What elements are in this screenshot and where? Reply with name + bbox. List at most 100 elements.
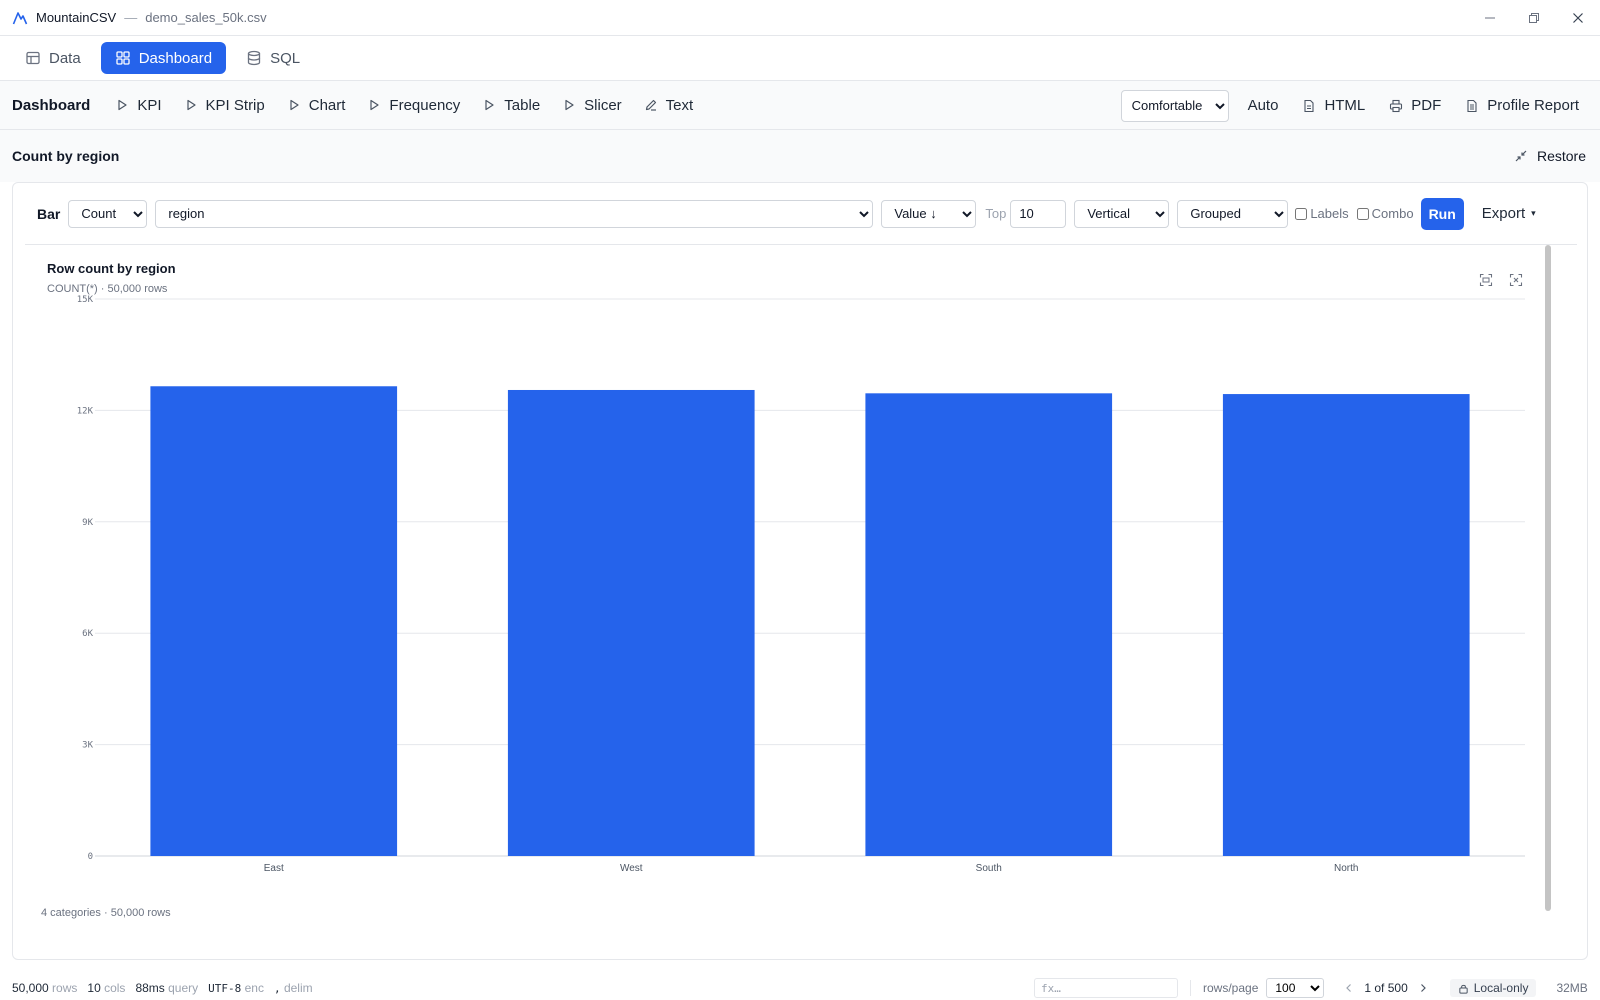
labels-toggle[interactable]: Labels (1295, 206, 1349, 221)
tab-data[interactable]: Data (11, 42, 95, 74)
cols-count: 10 (87, 981, 101, 995)
add-frequency-label: Frequency (389, 96, 461, 114)
title-separator: — (124, 10, 138, 25)
minimize-button[interactable] (1468, 0, 1512, 36)
tab-sql-label: SQL (270, 49, 301, 67)
delimiter-value: , (273, 982, 281, 995)
play-icon (118, 99, 127, 111)
printer-icon (1390, 99, 1403, 112)
run-button[interactable]: Run (1420, 197, 1464, 230)
add-table-button[interactable]: Table (471, 89, 551, 121)
add-chart-label: Chart (308, 96, 346, 114)
rows-per-page-select[interactable]: 100 (1266, 978, 1325, 998)
memory-usage: 32MB (1556, 981, 1588, 995)
title-bar: MountainCSV — demo_sales_50k.csv (0, 0, 1600, 36)
app-name: MountainCSV (36, 10, 117, 25)
caret-down-icon: ▾ (1531, 208, 1536, 218)
y-tick-label: 0 (88, 852, 93, 862)
bar (1222, 394, 1470, 856)
document-icon (1467, 99, 1477, 112)
column-select[interactable]: region (155, 199, 874, 228)
cols-label: cols (104, 981, 126, 995)
close-button[interactable] (1556, 0, 1600, 36)
tab-data-label: Data (49, 49, 81, 67)
chart-scrollbar[interactable] (1543, 245, 1553, 925)
status-cols: 10 cols (87, 981, 125, 995)
page-indicator: 1 of 500 (1364, 981, 1408, 995)
scrollbar-thumb[interactable] (1545, 245, 1551, 911)
top-n-input[interactable] (1010, 199, 1067, 228)
labels-checkbox[interactable] (1295, 207, 1308, 220)
bar-chart: 0 3K 6K 9K 12K 15K East West South North (77, 295, 1525, 874)
density-select[interactable]: Comfortable (1120, 89, 1229, 122)
sort-select[interactable]: Value ↓ (881, 199, 977, 228)
auto-layout-button[interactable]: Auto (1237, 90, 1290, 122)
pdf-label: PDF (1411, 97, 1442, 114)
aggregate-select[interactable]: Count (68, 199, 148, 228)
mode-select[interactable]: Grouped (1177, 199, 1289, 228)
dashboard-toolbar: Dashboard KPI KPI Strip Chart Frequency … (0, 81, 1600, 130)
y-tick-label: 12K (77, 406, 94, 416)
chevron-left-icon[interactable] (1342, 981, 1356, 995)
lock-icon (1459, 984, 1468, 994)
query-label: query (168, 981, 199, 995)
maximize-button[interactable] (1512, 0, 1556, 36)
play-icon (186, 99, 196, 111)
combo-label: Combo (1371, 206, 1414, 221)
combo-checkbox[interactable] (1356, 207, 1369, 220)
pagination-group: rows/page 100 1 of 500 Local-only 32MB (1190, 976, 1588, 1000)
tab-dashboard[interactable]: Dashboard (100, 42, 227, 74)
local-only-label: Local-only (1473, 981, 1529, 995)
play-icon (290, 99, 299, 111)
x-tick-label: South (976, 863, 1002, 874)
add-kpi-strip-button[interactable]: KPI Strip (173, 89, 276, 121)
x-tick-label: West (620, 863, 643, 874)
rows-per-page-label: rows/page (1203, 981, 1259, 995)
play-icon (485, 99, 494, 111)
status-bar: 50,000 rows 10 cols 88ms query UTF-8 enc… (0, 976, 1600, 1000)
restore-button[interactable]: Restore (1515, 130, 1586, 182)
encoding-label: enc (244, 981, 264, 995)
bar (865, 393, 1113, 856)
bar (150, 386, 398, 856)
formula-input[interactable]: fx… (1034, 978, 1178, 998)
rows-label: rows (52, 981, 78, 995)
chart-controls: Bar Count region Value ↓ Top Vertical Gr… (25, 183, 1577, 245)
export-html-button[interactable]: HTML (1291, 90, 1376, 122)
combo-toggle[interactable]: Combo (1356, 206, 1414, 221)
export-menu-button[interactable]: Export ▾ (1482, 205, 1536, 222)
profile-report-label: Profile Report (1487, 97, 1579, 114)
chart-card: Bar Count region Value ↓ Top Vertical Gr… (12, 182, 1588, 960)
minimize-arrows-icon (1515, 150, 1527, 162)
x-tick-label: North (1334, 863, 1358, 874)
tab-sql[interactable]: SQL (232, 42, 314, 74)
export-label: Export (1481, 205, 1526, 222)
dashboard-title: Dashboard (12, 96, 91, 114)
restore-label: Restore (1536, 148, 1586, 164)
add-slicer-button[interactable]: Slicer (551, 89, 633, 121)
rows-count: 50,000 (12, 981, 49, 995)
y-tick-label: 3K (82, 741, 93, 751)
profile-report-button[interactable]: Profile Report (1454, 90, 1590, 122)
add-kpi-strip-label: KPI Strip (205, 96, 265, 114)
add-kpi-button[interactable]: KPI (104, 89, 172, 121)
status-delimiter: , delim (274, 981, 313, 995)
add-kpi-label: KPI (137, 96, 162, 114)
y-tick-label: 15K (77, 295, 94, 305)
add-text-button[interactable]: Text (633, 89, 705, 121)
panel-header: Count by region Restore (0, 130, 1600, 182)
add-frequency-button[interactable]: Frequency (356, 89, 471, 121)
table-icon (26, 51, 40, 65)
chart-footer: 4 categories · 50,000 rows (41, 907, 171, 919)
html-label: HTML (1324, 97, 1366, 114)
status-query-time: 88ms query (135, 981, 198, 995)
add-chart-button[interactable]: Chart (276, 89, 357, 121)
mountain-logo-icon (12, 11, 28, 24)
panel-title: Count by region (12, 148, 120, 164)
export-pdf-button[interactable]: PDF (1378, 90, 1452, 122)
chevron-right-icon[interactable] (1416, 981, 1430, 995)
delimiter-label: delim (283, 981, 313, 995)
local-only-badge: Local-only (1449, 979, 1537, 997)
close-icon (1573, 13, 1583, 23)
orientation-select[interactable]: Vertical (1074, 199, 1170, 228)
